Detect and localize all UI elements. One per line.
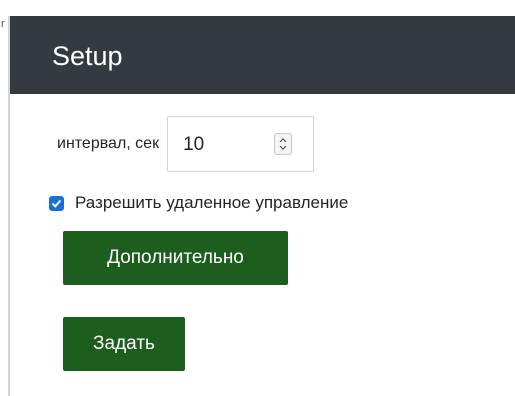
interval-row: интервал, сек 10 <box>57 116 315 172</box>
interval-label: интервал, сек <box>57 135 160 152</box>
spinner-arrows-icon <box>279 138 287 150</box>
left-edge-glyph: r <box>1 18 5 30</box>
check-icon <box>51 199 62 208</box>
page-title: Setup <box>52 41 123 71</box>
top-strip <box>0 0 515 16</box>
remote-control-row: Разрешить удаленное управление <box>49 191 348 215</box>
remote-control-label: Разрешить удаленное управление <box>75 193 349 212</box>
set-button[interactable]: Задать <box>63 317 185 371</box>
left-border <box>0 16 10 396</box>
advanced-button[interactable]: Дополнительно <box>63 231 288 285</box>
setup-page: r Setup интервал, сек 10 Разрешить удале… <box>0 0 515 396</box>
header-bar: Setup <box>10 16 515 94</box>
remote-control-checkbox[interactable] <box>49 195 64 211</box>
interval-input[interactable]: 10 <box>167 116 315 172</box>
number-spinner[interactable] <box>274 133 293 155</box>
interval-value: 10 <box>183 134 205 155</box>
